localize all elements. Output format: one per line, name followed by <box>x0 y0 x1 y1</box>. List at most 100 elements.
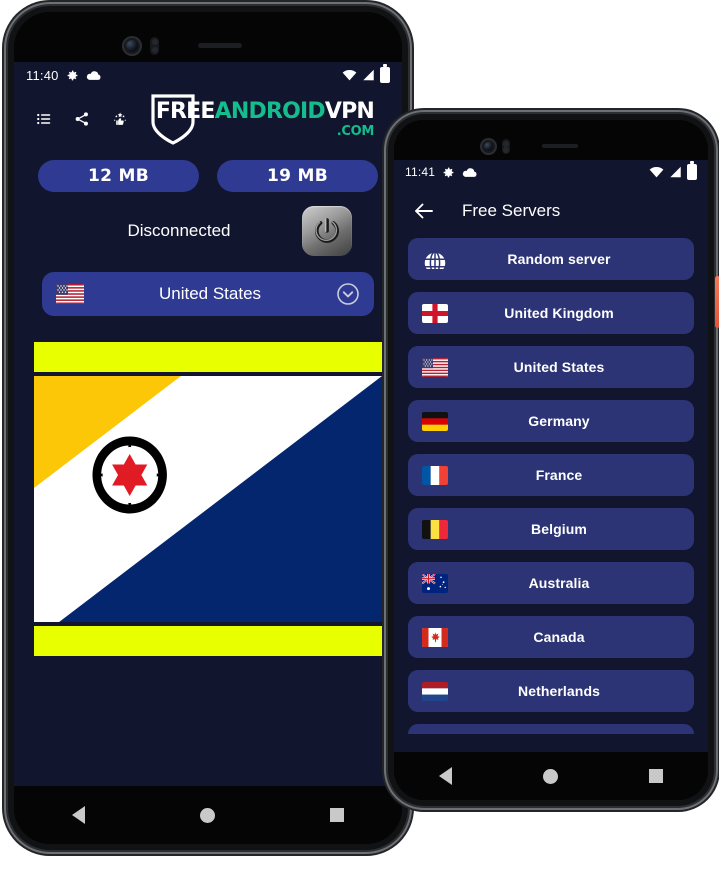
phone-notch-hardware-primary <box>14 12 402 62</box>
wifi-icon <box>342 69 357 81</box>
banner-top-bar <box>34 342 382 372</box>
cloud-icon <box>462 167 477 177</box>
share-icon[interactable] <box>74 104 90 134</box>
server-selector[interactable]: United States <box>42 272 374 316</box>
bonaire-flag-image <box>34 376 382 622</box>
server-list-item[interactable]: United States <box>408 346 694 388</box>
android-nav-bar-primary <box>14 786 402 844</box>
globe-flag-icon <box>422 250 448 269</box>
status-bar-right-group <box>342 67 390 83</box>
united-states-flag-icon <box>56 284 84 304</box>
logo-top-line: FREEANDROIDVPN <box>155 98 375 124</box>
front-camera-icon <box>480 138 497 155</box>
back-nav-button[interactable] <box>71 806 85 824</box>
android-nav-bar-secondary <box>394 752 708 800</box>
server-list-item[interactable]: Canada <box>408 616 694 658</box>
server-list-item[interactable]: France <box>408 454 694 496</box>
server-list: Random server United Kingdom United States… <box>394 238 708 734</box>
fr-flag-icon <box>422 465 448 485</box>
cellular-signal-icon <box>670 166 681 178</box>
status-bar-secondary: 11:41 <box>394 160 708 184</box>
uk-flag-icon <box>422 303 448 323</box>
server-list-item[interactable]: Netherlands <box>408 670 694 712</box>
server-list-item[interactable]: Germany <box>408 400 694 442</box>
phone-screen-glass-secondary: 11:41 Free Servers Random server United … <box>394 120 708 800</box>
proximity-sensor-icon <box>502 139 510 154</box>
home-nav-button[interactable] <box>542 768 558 784</box>
earpiece-speaker-icon <box>198 43 242 48</box>
battery-icon <box>687 164 697 180</box>
power-icon <box>315 218 339 243</box>
be-flag-icon <box>422 519 448 539</box>
upload-usage-pill[interactable]: 19 MB <box>217 160 378 192</box>
recent-apps-nav-button[interactable] <box>648 769 663 783</box>
server-list-item[interactable]: Belgium <box>408 508 694 550</box>
data-usage-row: 12 MB 19 MB <box>14 150 402 192</box>
logo-wordmark: FREEANDROIDVPN .COM <box>155 98 375 139</box>
logo-android: ANDROID <box>214 98 326 124</box>
au-flag-icon <box>422 573 448 593</box>
back-arrow-icon[interactable] <box>412 199 436 223</box>
cellular-signal-icon <box>363 69 374 81</box>
app-toolbar: FREEANDROIDVPN .COM <box>14 88 402 150</box>
gear-icon <box>67 70 77 80</box>
logo-free: FREE <box>155 98 216 124</box>
proximity-sensor-icon <box>150 37 159 55</box>
us-flag-icon <box>422 357 448 377</box>
server-name: Canada <box>533 629 585 645</box>
cloud-icon <box>86 70 101 80</box>
power-toggle-button[interactable] <box>302 206 352 256</box>
server-name: Belgium <box>531 521 587 537</box>
status-bar-right-group <box>649 164 697 180</box>
status-bar-left-group: 11:40 <box>26 68 101 83</box>
battery-icon <box>380 67 390 83</box>
power-side-button[interactable] <box>715 276 719 328</box>
server-name: Netherlands <box>517 683 600 699</box>
phone-device-secondary: 11:41 Free Servers Random server United … <box>388 114 719 806</box>
status-time: 11:41 <box>405 165 436 179</box>
recent-apps-nav-button[interactable] <box>330 808 345 822</box>
phone-device-primary: 11:40 FREEANDROIDVPN .COM 12 MB 19 MB Di… <box>8 6 408 850</box>
server-name: United Kingdom <box>504 305 614 321</box>
list-menu-icon[interactable] <box>36 104 52 134</box>
chevron-down-icon[interactable] <box>336 282 360 306</box>
status-bar-primary: 11:40 <box>14 62 402 88</box>
home-nav-button[interactable] <box>199 807 215 823</box>
status-bar-left-group: 11:41 <box>405 165 477 179</box>
logo-dotcom: .COM <box>336 123 375 139</box>
server-name: France <box>535 467 583 483</box>
server-list-item-partial[interactable] <box>408 724 694 734</box>
vpn-home-content: FREEANDROIDVPN .COM 12 MB 19 MB Disconne… <box>14 88 402 656</box>
nl-flag-icon <box>422 681 448 701</box>
app-screen-primary: 11:40 FREEANDROIDVPN .COM 12 MB 19 MB Di… <box>14 62 402 786</box>
server-list-item[interactable]: United Kingdom <box>408 292 694 334</box>
phone-notch-hardware-secondary <box>394 120 708 160</box>
server-name: United States <box>513 359 605 375</box>
de-flag-icon <box>422 411 448 431</box>
status-time: 11:40 <box>26 67 59 83</box>
banner-bottom-bar <box>34 626 382 656</box>
wifi-icon <box>649 166 664 178</box>
page-title: Free Servers <box>462 201 561 220</box>
app-logo: FREEANDROIDVPN .COM <box>150 93 380 145</box>
logo-vpn: VPN <box>324 98 375 124</box>
download-usage-pill[interactable]: 12 MB <box>38 160 199 192</box>
connection-status-text: Disconnected <box>127 221 231 240</box>
rate-us-icon[interactable] <box>112 104 128 134</box>
server-list-item[interactable]: Random server <box>408 238 694 280</box>
selected-server-name: United States <box>158 284 262 303</box>
phone-screen-glass-primary: 11:40 FREEANDROIDVPN .COM 12 MB 19 MB Di… <box>14 12 402 844</box>
servers-app-bar: Free Servers <box>394 184 708 238</box>
front-camera-icon <box>122 36 142 56</box>
back-nav-button[interactable] <box>439 767 453 785</box>
server-name: Random server <box>507 251 611 267</box>
earpiece-speaker-icon <box>542 144 578 148</box>
server-list-item[interactable]: Australia <box>408 562 694 604</box>
connection-status-row: Disconnected <box>14 192 402 256</box>
ca-flag-icon <box>422 627 448 647</box>
app-screen-secondary: 11:41 Free Servers Random server United … <box>394 160 708 752</box>
gear-icon <box>443 167 454 177</box>
promo-flag-banner <box>34 342 382 656</box>
server-name: Germany <box>528 413 590 429</box>
server-name: Australia <box>528 575 590 591</box>
